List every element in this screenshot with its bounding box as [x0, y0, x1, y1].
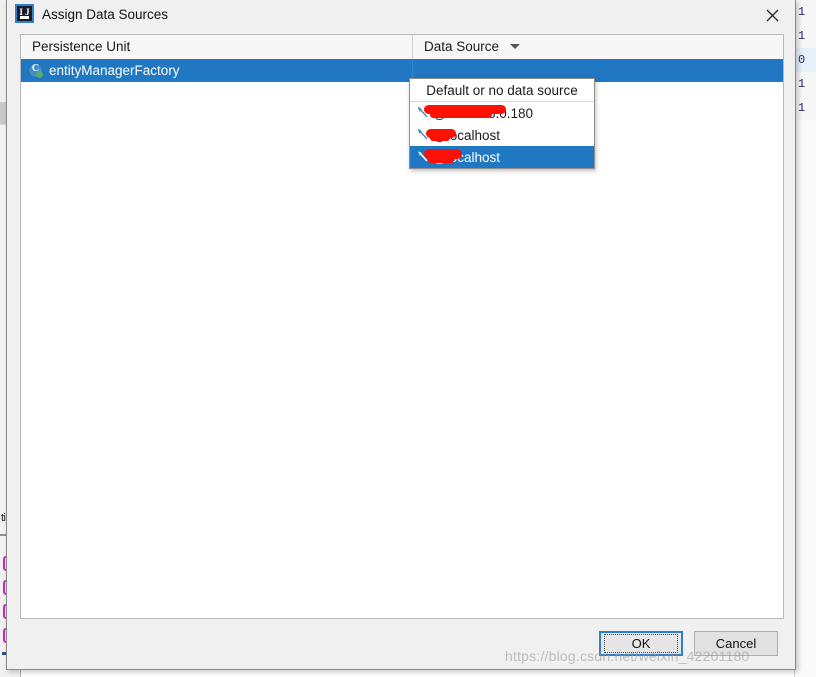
persistence-unit-table[interactable]: Persistence Unit Data Source entityManag…	[20, 34, 784, 619]
dialog-footer: OK Cancel	[7, 621, 795, 669]
dialog-title: Assign Data Sources	[42, 7, 169, 22]
ide-left-tab-label: ti	[1, 512, 6, 524]
dropdown-item-default[interactable]: Default or no data source	[410, 79, 594, 102]
ok-button-label: OK	[604, 634, 678, 653]
gutter-body-fill	[795, 120, 816, 677]
close-button[interactable]	[749, 0, 795, 30]
chevron-down-icon	[509, 44, 520, 49]
table-cell-persistence-unit[interactable]: entityManagerFactory	[21, 59, 413, 82]
dropdown-item-label: Default or no data source	[426, 82, 578, 98]
gutter-line-number: 1	[795, 96, 816, 121]
redaction-mark	[428, 157, 454, 163]
table-cell-label: entityManagerFactory	[49, 63, 180, 78]
dropdown-item-datasource-3[interactable]: @localhost	[410, 146, 594, 168]
gutter-line-number: 0	[795, 48, 816, 73]
gutter-line-number: 1	[795, 0, 816, 25]
data-source-dropdown-list[interactable]: Default or no data source @192.168.0.180	[409, 78, 595, 169]
cancel-button-label: Cancel	[715, 636, 757, 651]
cancel-button[interactable]: Cancel	[694, 631, 778, 656]
table-header-row: Persistence Unit Data Source	[21, 35, 783, 60]
column-header-label: Persistence Unit	[32, 39, 131, 54]
column-header-label: Data Source	[424, 39, 500, 54]
screenshot-root: ti 1 1 0 1 1 I J Assign Data Sources Per…	[0, 0, 816, 677]
dialog-titlebar: I J Assign Data Sources	[7, 0, 795, 30]
column-header-persistence-unit[interactable]: Persistence Unit	[21, 35, 413, 59]
redaction-mark	[430, 135, 450, 141]
gutter-line-number: 1	[795, 24, 816, 49]
redaction-mark	[430, 112, 492, 118]
column-header-data-source[interactable]: Data Source	[413, 35, 783, 59]
ok-button[interactable]: OK	[599, 631, 683, 656]
close-icon	[766, 9, 779, 22]
gutter-line-number: 1	[795, 72, 816, 97]
class-icon	[28, 63, 43, 78]
dropdown-item-datasource-1[interactable]: @192.168.0.180	[410, 102, 594, 124]
table-row[interactable]: entityManagerFactory	[21, 59, 783, 82]
assign-data-sources-dialog: I J Assign Data Sources Persistence Unit	[6, 0, 796, 670]
ide-editor-gutter: 1 1 0 1 1	[794, 0, 816, 677]
intellij-idea-icon: I J	[15, 4, 34, 23]
dropdown-item-datasource-2[interactable]: @localhost	[410, 124, 594, 146]
